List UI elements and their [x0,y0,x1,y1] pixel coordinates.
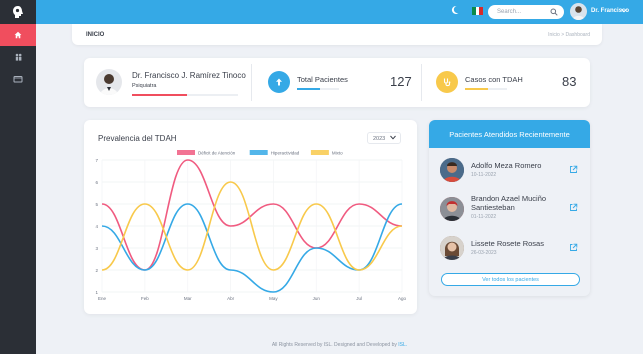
y-tick-label: 2 [95,268,98,273]
stats-card: Dr. Francisco J. Ramírez Tinoco Psiquiat… [84,58,590,107]
patient-name[interactable]: Adolfo Meza Romero [471,161,561,170]
chart-card: Prevalencia del TDAH 2023 1 2 3 4 5 6 7 Ene Feb M… [84,120,417,314]
search-icon[interactable] [550,8,558,16]
stat-label-adhd: Casos con TDAH [465,75,523,84]
users-icon [15,53,21,61]
x-tick-label: Feb [141,296,149,301]
x-tick-label: Abr [227,296,235,301]
legend-swatch [249,150,268,155]
sidebar [0,0,36,354]
doctor-role: Psiquiatra [132,83,157,89]
x-tick-label: Ago [398,296,407,301]
x-tick-label: Ene [98,296,107,301]
stat-bar-adhd [465,88,489,90]
legend-label: Mixto [332,150,343,155]
x-tick-label: Jun [313,296,321,301]
x-tick-label: Jul [356,296,362,301]
divider [251,64,252,101]
patient-photo-icon [440,197,464,221]
avatar[interactable] [570,3,587,20]
legend-label: Déficit de Atención [198,150,236,155]
patient-row: Brandon Azael Muciño Santiesteban 01-11-… [429,194,590,228]
external-link-icon[interactable] [569,243,578,252]
external-link-icon[interactable] [569,203,578,212]
patient-avatar [440,236,464,260]
footer-link[interactable]: ISL. [398,342,407,348]
see-all-patients-button[interactable]: Ver todos los pacientes [441,273,580,286]
y-tick-label: 1 [95,290,98,295]
stat-bar-patients [297,88,321,90]
patient-avatar [440,197,464,221]
patient-date: 01-11-2022 [471,214,497,220]
doctor-avatar [96,69,122,95]
y-tick-label: 4 [95,224,98,229]
chevron-down-icon[interactable] [621,8,627,13]
x-tick-label: May [269,296,278,301]
moon-icon[interactable] [451,5,459,15]
recent-patients-card: Pacientes Atendidos Recientemente Adolfo… [429,120,590,296]
user-avatar-icon [572,6,585,20]
y-tick-label: 6 [95,180,98,185]
x-tick-label: Mar [184,296,192,301]
page-title: INICIO [86,32,105,38]
upload-arrow-icon [276,78,282,86]
y-tick-label: 3 [95,246,98,251]
legend-swatch [310,150,329,155]
sidebar-item-home[interactable] [0,24,36,46]
divider [421,64,422,101]
patient-avatar [440,158,464,182]
series-line [101,159,403,271]
brain-logo-icon [13,6,23,18]
patient-date: 26-03-2023 [471,250,497,256]
home-icon [14,31,22,39]
stat-value-adhd: 83 [562,74,577,89]
breadcrumb: INICIO Inicio > Dashboard [72,24,602,45]
stat-label-patients: Total Pacientes [297,75,348,84]
patient-name[interactable]: Brandon Azael Muciño Santiesteban [471,194,561,212]
legend-swatch [177,150,195,155]
stat-icon-adhd [436,71,458,93]
external-link-icon[interactable] [569,165,578,174]
breadcrumb-path[interactable]: Inicio > Dashboard [548,32,590,38]
stat-value-patients: 127 [390,74,412,89]
patient-row: Adolfo Meza Romero 10-11-2022 [429,154,590,188]
patient-photo-icon [440,236,464,260]
stat-track-adhd [465,88,507,90]
recent-patients-title: Pacientes Atendidos Recientemente [429,120,590,148]
doctor-progress-bar [132,94,188,96]
legend-label: Hiperactividad [271,150,300,155]
stat-track-patients [297,88,339,90]
mexico-flag-icon[interactable] [472,7,484,15]
patient-date: 10-11-2022 [471,172,497,178]
footer-text: All Rights Reserved by ISL. Designed and… [271,342,397,348]
patient-photo-icon [440,158,464,182]
line-chart: 1 2 3 4 5 6 7 Ene Feb Mar Abr May Jun Jul Ago Déficit d… [95,150,407,301]
sidebar-item-patients[interactable] [0,46,36,68]
patient-row: Lissete Rosete Rosas 26-03-2023 [429,232,590,266]
doctor-progress-track [132,94,238,96]
doctor-photo-icon [100,74,118,95]
y-tick-label: 5 [95,202,98,207]
top-bar: Search... Dr. Francisco [36,0,643,24]
y-tick-label: 7 [95,158,98,163]
stat-icon-patients [268,71,290,93]
patient-name[interactable]: Lissete Rosete Rosas [471,239,561,248]
card-icon [13,76,23,83]
sidebar-item-cards[interactable] [0,68,36,90]
stethoscope-icon [443,78,451,87]
doctor-name: Dr. Francisco J. Ramírez Tinoco [132,71,246,80]
footer: All Rights Reserved by ISL. Designed and… [0,342,643,348]
logo[interactable] [0,0,36,24]
